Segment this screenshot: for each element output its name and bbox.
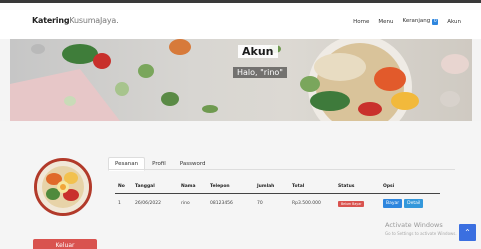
detail-button[interactable]: Detail xyxy=(404,199,424,208)
cart-count-badge: 0 xyxy=(432,19,439,25)
cell-options: Bayar Detail xyxy=(380,194,440,212)
greeting-text: Halo, "rino" xyxy=(233,67,287,78)
cell-date: 26/06/2022 xyxy=(135,201,161,206)
page: KateringKusumaJaya. Home Menu Keranjang 0… xyxy=(0,0,481,249)
page-title: Akun xyxy=(238,45,278,58)
header-name: Nama xyxy=(178,183,207,194)
orders-table: No Tanggal Nama Telepon Jumlah Total Sta… xyxy=(115,183,440,211)
cell-quantity: 70 xyxy=(257,201,263,206)
activation-watermark-subtitle: Go to Settings to activate Windows. xyxy=(385,231,457,236)
cell-total: Rp3.500.000 xyxy=(292,201,321,206)
nav-cart[interactable]: Keranjang 0 xyxy=(403,18,439,25)
scroll-to-top-button[interactable]: ⌃ xyxy=(459,224,476,241)
nav-menu: Home Menu Keranjang 0 Akun xyxy=(353,18,461,25)
nav-home[interactable]: Home xyxy=(353,19,369,25)
table-header-row: No Tanggal Nama Telepon Jumlah Total Sta… xyxy=(115,183,440,194)
nav-menu-link[interactable]: Menu xyxy=(378,19,393,25)
account-content: Keluar Pesanan Profil Password No Tangga… xyxy=(0,121,481,249)
brand-logo[interactable]: KateringKusumaJaya. xyxy=(32,16,119,25)
header-quantity: Jumlah xyxy=(254,183,289,194)
chevron-up-icon: ⌃ xyxy=(464,228,471,237)
header-no: No xyxy=(115,183,132,194)
logout-button[interactable]: Keluar xyxy=(33,239,97,249)
header-date: Tanggal xyxy=(132,183,178,194)
nav-account[interactable]: Akun xyxy=(447,19,461,25)
header-status: Status xyxy=(335,183,380,194)
cell-status: Belum Bayar xyxy=(335,194,380,212)
brand-name-light: KusumaJaya. xyxy=(69,16,119,25)
profile-avatar xyxy=(34,158,92,216)
food-bowl-icon xyxy=(37,161,89,213)
tabs-divider xyxy=(108,169,455,170)
cell-name: rino xyxy=(181,201,190,206)
nav-cart-label: Keranjang xyxy=(402,18,431,24)
table-row: 1 26/06/2022 rino 08123456 70 Rp3.500.00… xyxy=(115,194,440,212)
hero-banner: Akun Halo, "rino" xyxy=(10,39,472,121)
header-total: Total xyxy=(289,183,335,194)
navbar: KateringKusumaJaya. Home Menu Keranjang 0… xyxy=(0,3,481,39)
brand-name-bold: Katering xyxy=(32,16,70,25)
cell-no: 1 xyxy=(118,201,121,206)
pay-button[interactable]: Bayar xyxy=(383,199,403,208)
header-options: Opsi xyxy=(380,183,440,194)
header-phone: Telepon xyxy=(207,183,254,194)
status-badge: Belum Bayar xyxy=(338,200,365,207)
activation-watermark-title: Activate Windows xyxy=(385,221,443,229)
cell-phone: 08123456 xyxy=(210,201,233,206)
